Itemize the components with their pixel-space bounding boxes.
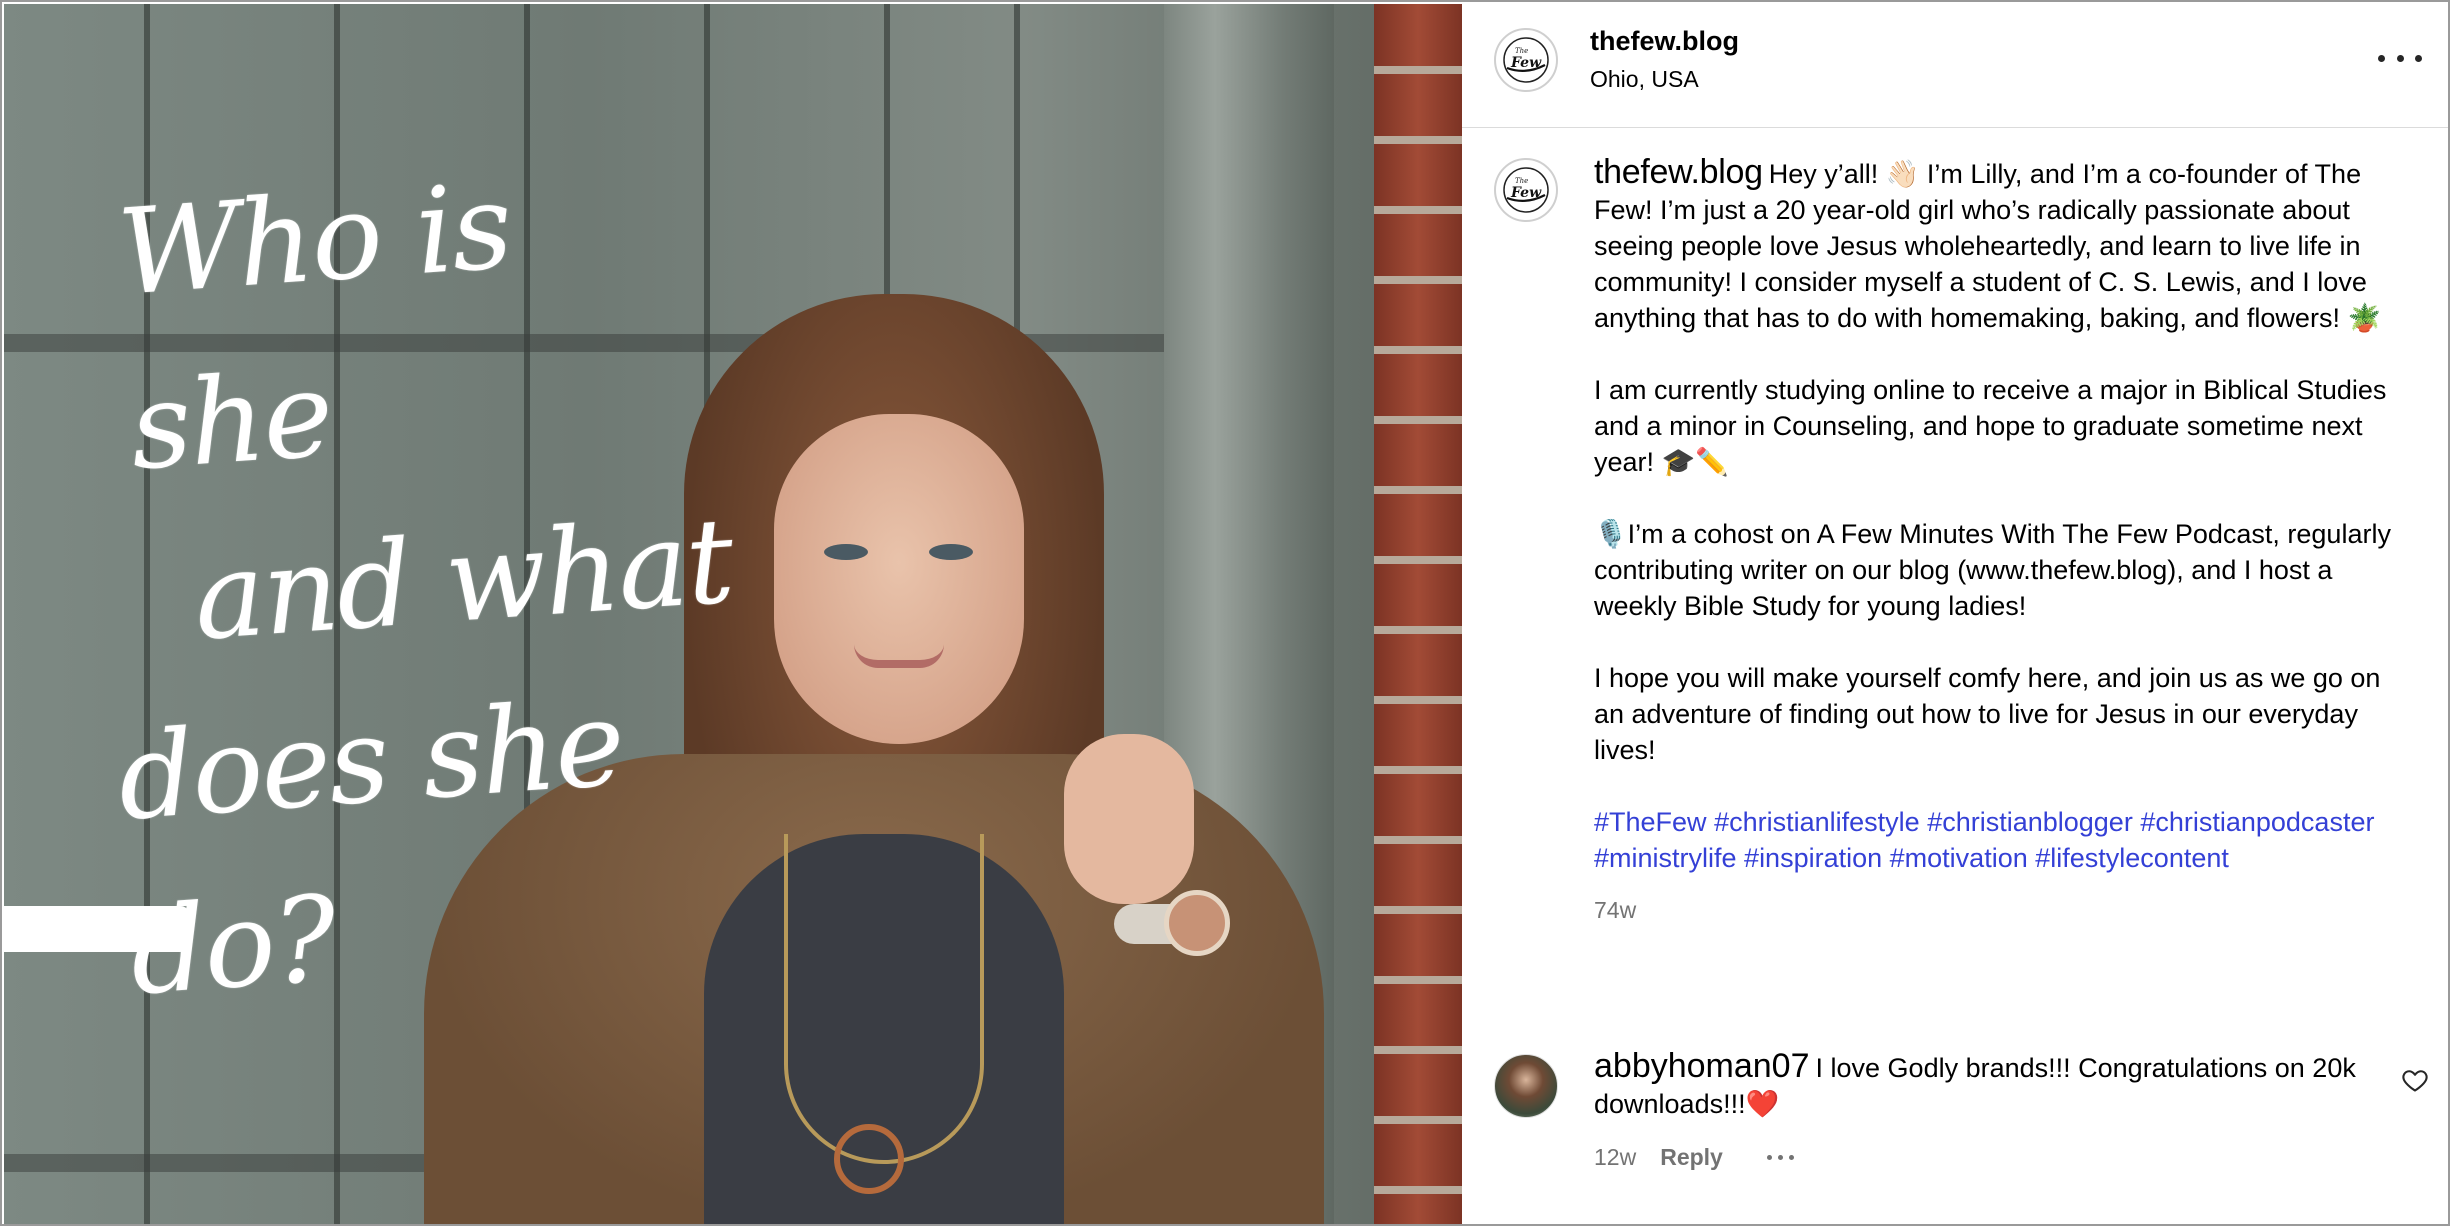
hashtag-link[interactable]: #TheFew — [1594, 807, 1707, 837]
caption-paragraph-2: I am currently studying online to receiv… — [1594, 375, 2387, 477]
dot — [1777, 1155, 1783, 1160]
dot — [1766, 1155, 1772, 1160]
instagram-post-modal: Who is she and what does she do? The Few… — [0, 0, 2450, 1226]
dot — [1788, 1155, 1794, 1160]
hashtag-link[interactable]: #christianblogger — [1927, 807, 2133, 837]
photo-headline: Who is she and what does she do? — [114, 144, 744, 1022]
dot — [2415, 54, 2422, 62]
reply-button[interactable]: Reply — [1660, 1144, 1723, 1171]
pendant — [834, 1124, 904, 1194]
eye — [929, 544, 973, 560]
caption-paragraph-1-wrap: thefew.blog Hey y’all! 👋🏻 I’m Lilly, and … — [1594, 154, 2394, 336]
caption-body: thefew.blog Hey y’all! 👋🏻 I’m Lilly, and … — [1594, 154, 2394, 928]
brick-wall — [1374, 4, 1462, 1224]
face — [774, 414, 1024, 744]
the-few-logo-icon: The Few — [1503, 167, 1549, 213]
comment: abbyhoman07 I love Godly brands!!! Congra… — [1462, 1048, 2448, 1198]
post-side-panel: The Few thefew.blog Ohio, USA The Few th… — [1462, 4, 2448, 1224]
post-location[interactable]: Ohio, USA — [1590, 66, 1699, 93]
comment-meta: 12w Reply — [1594, 1144, 1794, 1171]
post-photo: Who is she and what does she do? — [4, 4, 1462, 1224]
header-username[interactable]: thefew.blog — [1590, 26, 1739, 57]
hashtag-link[interactable]: #motivation — [1890, 843, 2028, 873]
commenter-avatar[interactable] — [1494, 1054, 1558, 1118]
heart-icon[interactable] — [2400, 1066, 2430, 1094]
caption-avatar[interactable]: The Few — [1494, 158, 1558, 222]
svg-text:The: The — [1515, 47, 1528, 55]
hashtag-link[interactable]: #inspiration — [1744, 843, 1882, 873]
post-header: The Few thefew.blog Ohio, USA — [1462, 4, 2448, 128]
hashtag-list: #TheFew #christianlifestyle #christianbl… — [1594, 804, 2394, 876]
headline-line-1: Who is she — [113, 156, 515, 497]
redaction-mark — [4, 906, 190, 952]
headline-line-3: does she do? — [113, 673, 628, 1022]
more-options-icon[interactable] — [2378, 40, 2422, 76]
dot — [2396, 54, 2404, 62]
hashtag-link[interactable]: #christianpodcaster — [2140, 807, 2374, 837]
hashtag-link[interactable]: #ministrylife — [1594, 843, 1737, 873]
hashtag-link[interactable]: #christianlifestyle — [1714, 807, 1920, 837]
eye — [824, 544, 868, 560]
profile-avatar[interactable]: The Few — [1494, 28, 1558, 92]
comment-more-icon[interactable] — [1766, 1155, 1794, 1160]
mouth — [854, 644, 944, 668]
the-few-logo-icon: The Few — [1503, 37, 1549, 83]
caption-paragraph-4: I hope you will make yourself comfy here… — [1594, 663, 2381, 765]
hand — [1064, 734, 1194, 904]
hashtag-link[interactable]: #lifestylecontent — [2035, 843, 2229, 873]
svg-text:The: The — [1515, 177, 1528, 185]
necklace — [784, 834, 984, 1164]
dot — [2378, 54, 2385, 62]
comment-body: abbyhoman07 I love Godly brands!!! Congra… — [1594, 1048, 2414, 1122]
caption-timestamp[interactable]: 74w — [1594, 892, 2394, 928]
caption-username[interactable]: thefew.blog — [1594, 153, 1763, 191]
comment-username[interactable]: abbyhoman07 — [1594, 1047, 1810, 1085]
comment-timestamp[interactable]: 12w — [1594, 1144, 1636, 1171]
caption-paragraph-3: 🎙️I’m a cohost on A Few Minutes With The… — [1594, 519, 2391, 621]
watch-face — [1164, 890, 1230, 956]
